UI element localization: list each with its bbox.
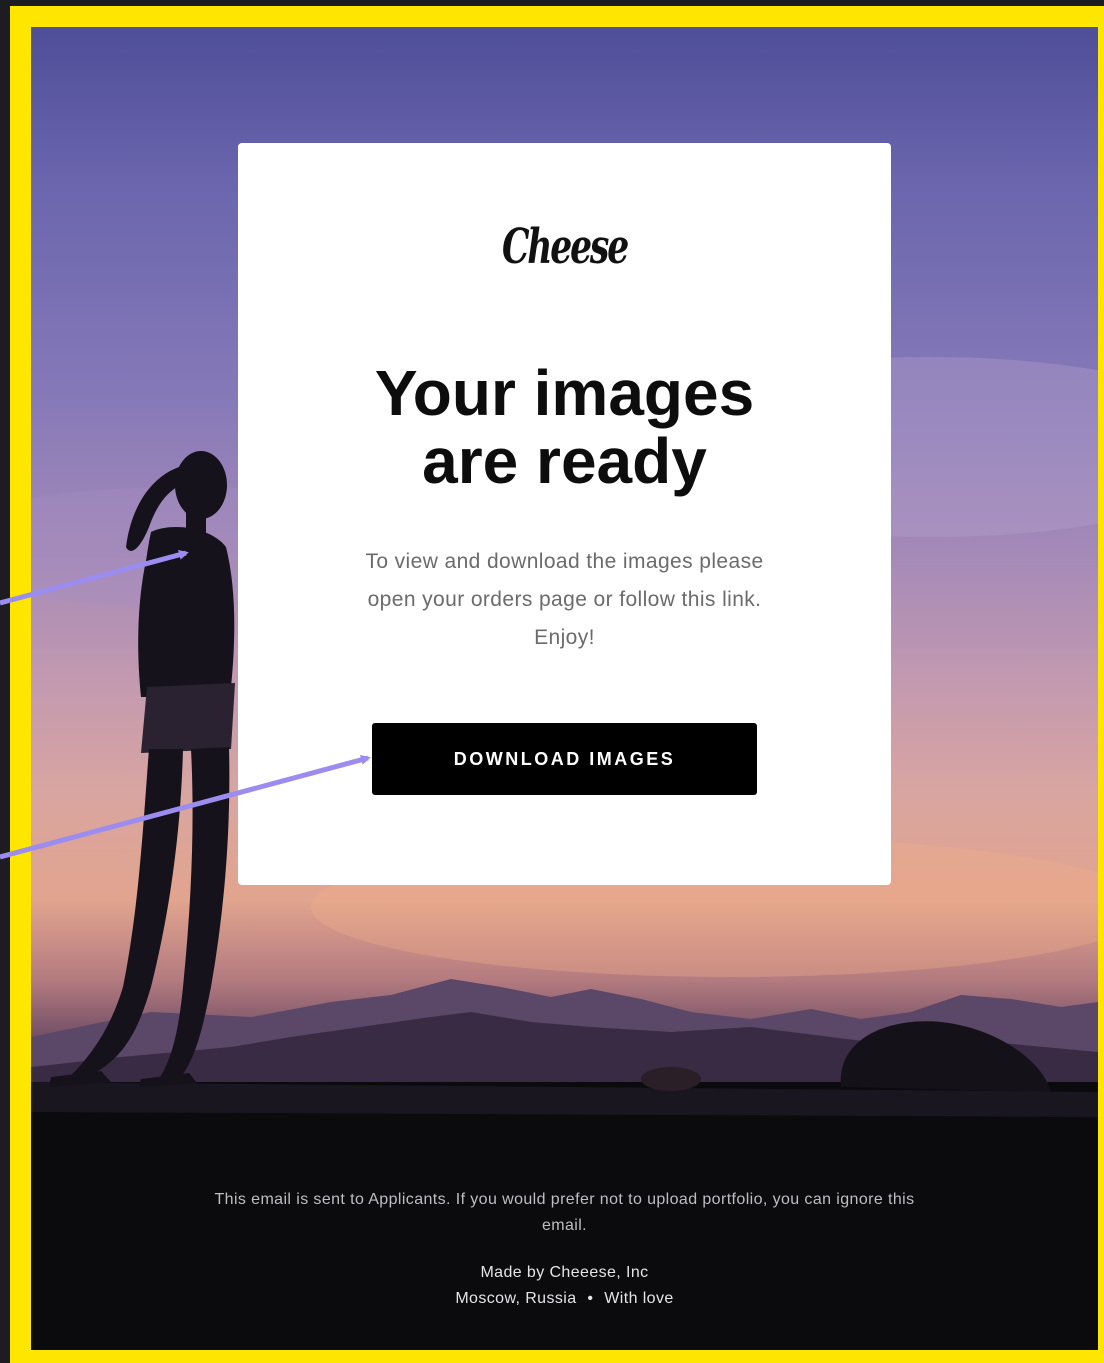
download-images-button[interactable]: DOWNLOAD IMAGES <box>372 723 757 795</box>
headline-line-2: are ready <box>422 425 707 497</box>
footer-tagline: With love <box>604 1290 674 1307</box>
body-line-1: To view and download the images please <box>365 550 764 573</box>
email-card: Cheese Your images are ready To view and… <box>238 143 891 885</box>
footer-note: This email is sent to Applicants. If you… <box>214 1191 915 1234</box>
headline: Your images are ready <box>238 359 891 495</box>
email-footer: This email is sent to Applicants. If you… <box>31 1187 1098 1312</box>
headline-line-1: Your images <box>374 357 755 429</box>
footer-location: Moscow, Russia <box>455 1290 577 1307</box>
body-text: To view and download the images please o… <box>308 543 821 657</box>
bullet-separator: • <box>587 1290 594 1307</box>
footer-location-line: Moscow, Russia • With love <box>31 1286 1098 1312</box>
body-line-2: open your orders page or follow this lin… <box>367 588 762 611</box>
cheese-logo: Cheese <box>501 219 629 275</box>
footer-company: Made by Cheeese, Inc <box>480 1264 649 1281</box>
email-preview: Cheese Your images are ready To view and… <box>31 27 1098 1350</box>
body-line-3: Enjoy! <box>534 626 595 649</box>
